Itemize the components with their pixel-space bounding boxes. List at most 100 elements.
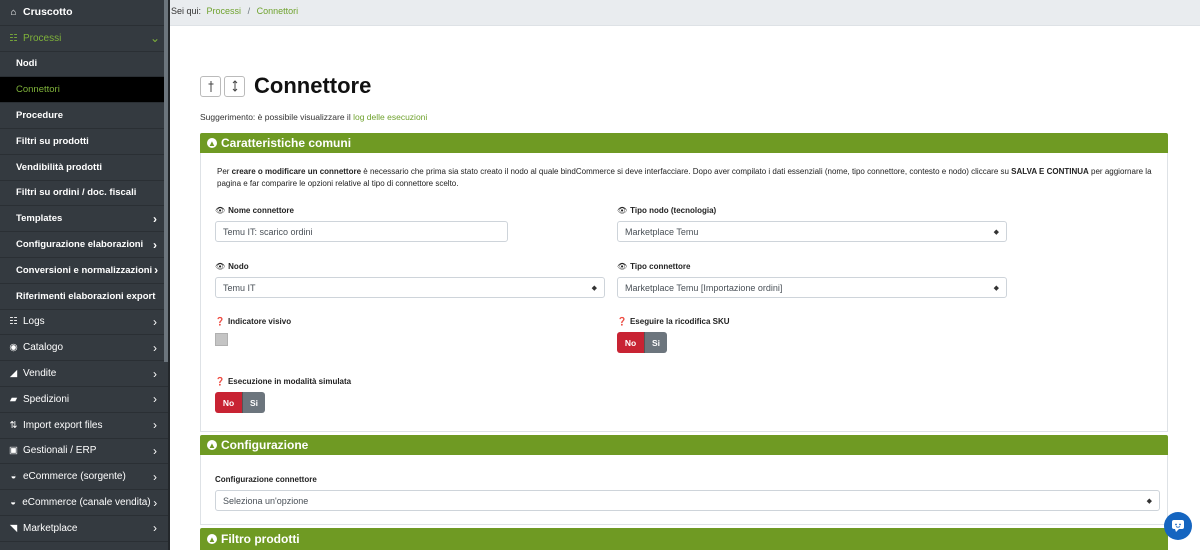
node-type-select[interactable]: Marketplace Temu ◆ <box>617 221 1007 242</box>
eye-icon: 👁 <box>617 206 628 215</box>
hint-text: Suggerimento: è possibile visualizzare i… <box>200 112 427 122</box>
chevron-right-icon: › <box>154 263 159 278</box>
logs-icon: ☷ <box>9 316 18 328</box>
simulated-mode-label-text: Esecuzione in modalità simulata <box>227 377 352 386</box>
chevron-right-icon: › <box>153 314 157 329</box>
sidebar-item-vendite[interactable]: ◢ Vendite › <box>0 361 168 387</box>
select-arrows-icon: ◆ <box>993 228 999 236</box>
chat-support-button[interactable] <box>1164 512 1192 540</box>
eye-icon: 👁 <box>617 262 628 271</box>
sales-chart-icon: ◢ <box>9 368 18 380</box>
visual-indicator-label-text: Indicatore visivo <box>227 317 292 326</box>
connector-name-input[interactable]: Temu IT: scarico ordini <box>215 221 508 242</box>
section-header-common[interactable]: ▲ Caratteristiche comuni <box>200 133 1168 153</box>
sidebar-item-ecommerce-canale-vendita[interactable]: ◒ eCommerce (canale vendita) › <box>0 490 168 516</box>
breadcrumb-prefix: Sei qui: <box>171 6 202 16</box>
node-select[interactable]: Temu IT ◆ <box>215 277 605 298</box>
sidebar-item-label: Filtri su prodotti <box>16 135 89 147</box>
processes-icon: ☷ <box>9 32 18 44</box>
sidebar-item-label: Processi <box>23 32 62 44</box>
import-export-icon: ⇅ <box>9 419 18 431</box>
sku-recode-label-text: Eseguire la ricodifica SKU <box>629 317 730 326</box>
section-header-product-filter[interactable]: ▲ Filtro prodotti <box>200 528 1168 550</box>
chevron-right-icon: › <box>153 237 157 252</box>
cart-icon: ◒ <box>10 497 16 509</box>
sidebar-item-import-export-files[interactable]: ⇅ Import export files › <box>0 413 168 439</box>
chevron-right-icon: › <box>153 366 157 381</box>
section-title-config: Configurazione <box>221 438 309 452</box>
connector-type-select[interactable]: Marketplace Temu [Importazione ordini] ◆ <box>617 277 1007 298</box>
question-circle-icon: ❓ <box>617 317 627 326</box>
sidebar-item-processi[interactable]: ☷ Processi ⌄ <box>0 26 168 52</box>
sidebar-item-gestionali-erp[interactable]: ▣ Gestionali / ERP › <box>0 439 168 465</box>
sidebar-scrollbar[interactable] <box>164 0 168 362</box>
name-field-label: 👁 Nome connettore <box>215 206 294 215</box>
pin-button[interactable] <box>200 75 221 97</box>
sidebar-item-label: Spedizioni <box>23 393 70 405</box>
erp-icon: ▣ <box>9 445 18 457</box>
sidebar-item-connettori[interactable]: Connettori <box>0 77 168 104</box>
sidebar-menu: ⌂ Cruscotto ☷ Processi ⌄ Nodi Connettori Proced… <box>0 0 168 542</box>
breadcrumb-link-connettori[interactable]: Connettori <box>257 6 299 16</box>
arrows-vertical-icon <box>232 80 237 92</box>
sidebar-item-ecommerce-sorgente[interactable]: ◒ eCommerce (sorgente) › <box>0 464 168 491</box>
log-executions-link[interactable]: log delle esecuzioni <box>353 112 427 122</box>
shipping-icon: ▰ <box>9 393 18 405</box>
connector-type-label-text: Tipo connettore <box>630 262 691 271</box>
sidebar-item-riferimenti-elaborazioni-export[interactable]: Riferimenti elaborazioni export <box>0 284 168 310</box>
sidebar-item-marketplace[interactable]: ◥ Marketplace › <box>0 516 168 542</box>
node-field-label: 👁 Nodo <box>215 262 249 271</box>
name-label-text: Nome connettore <box>228 206 294 215</box>
sidebar-item-filtri-su-ordini-doc-fiscali[interactable]: Filtri su ordini / doc. fiscali <box>0 181 168 207</box>
sku-recode-no-button[interactable]: No <box>617 332 644 353</box>
sidebar-item-conversioni-e-normalizzazioni[interactable]: Conversioni e normalizzazioni › <box>0 258 168 284</box>
sidebar-item-procedure[interactable]: Procedure <box>0 103 168 129</box>
pin-icon <box>208 80 213 92</box>
section-title-common: Caratteristiche comuni <box>221 136 352 150</box>
select-arrows-icon: ◆ <box>591 284 597 292</box>
sku-recode-toggle: No Si <box>617 332 667 353</box>
catalog-icon: ◉ <box>9 342 18 354</box>
config-connector-label: Configurazione connettore <box>215 475 317 484</box>
config-connector-select[interactable]: Seleziona un'opzione ◆ <box>215 490 1160 511</box>
eye-icon: 👁 <box>215 262 226 271</box>
desc-text-2: è necessario che prima sia stato creato … <box>361 167 1012 176</box>
sidebar-item-vendibilit-prodotti[interactable]: Vendibilità prodotti <box>0 155 168 181</box>
simulated-si-button[interactable]: Si <box>242 392 265 413</box>
desc-bold-2: SALVA E CONTINUA <box>1011 167 1089 176</box>
sidebar-item-nodi[interactable]: Nodi <box>0 52 168 78</box>
section-header-config[interactable]: ▲ Configurazione <box>200 435 1168 455</box>
sku-recode-si-button[interactable]: Si <box>644 332 667 353</box>
hint-prefix: Suggerimento: è possibile visualizzare i… <box>200 112 351 122</box>
sidebar-item-configurazione-elaborazioni[interactable]: Configurazione elaborazioni › <box>0 232 168 258</box>
sidebar-item-spedizioni[interactable]: ▰ Spedizioni › <box>0 387 168 413</box>
cart-icon: ◒ <box>10 471 17 483</box>
home-icon: ⌂ <box>10 6 17 18</box>
section-title-product-filter: Filtro prodotti <box>221 532 300 546</box>
sidebar-item-label: eCommerce (canale vendita) <box>22 497 151 509</box>
sidebar-item-catalogo[interactable]: ◉ Catalogo › <box>0 335 168 362</box>
sidebar-item-filtri-su-prodotti[interactable]: Filtri su prodotti <box>0 129 168 155</box>
chevron-right-icon: › <box>153 469 157 484</box>
simulated-mode-toggle: No Si <box>215 392 265 413</box>
node-type-value: Marketplace Temu <box>625 226 699 237</box>
resize-vertical-button[interactable] <box>224 75 245 97</box>
visual-indicator-swatch[interactable] <box>215 333 228 346</box>
sidebar-item-label: Marketplace <box>23 522 78 534</box>
sidebar-item-label: Procedure <box>16 110 63 122</box>
chevron-right-icon: › <box>153 418 157 433</box>
sidebar-item-logs[interactable]: ☷ Logs › <box>0 310 168 336</box>
sidebar-item-label: Conversioni e normalizzazioni <box>16 264 153 276</box>
chevron-right-icon: › <box>153 392 157 407</box>
node-label-text: Nodo <box>228 262 249 271</box>
breadcrumb-link-processi[interactable]: Processi <box>207 6 242 16</box>
simulated-mode-label: ❓ Esecuzione in modalità simulata <box>215 377 351 386</box>
simulated-no-button[interactable]: No <box>215 392 242 413</box>
select-arrows-icon: ◆ <box>993 284 999 292</box>
sidebar-item-templates[interactable]: Templates › <box>0 206 168 233</box>
question-circle-icon: ❓ <box>215 377 225 386</box>
title-row: Connettore <box>200 73 371 99</box>
sidebar-item-label: Import export files <box>23 419 103 431</box>
sidebar-item-label: Vendibilità prodotti <box>16 161 103 173</box>
sidebar-item-cruscotto[interactable]: ⌂ Cruscotto <box>0 0 168 26</box>
